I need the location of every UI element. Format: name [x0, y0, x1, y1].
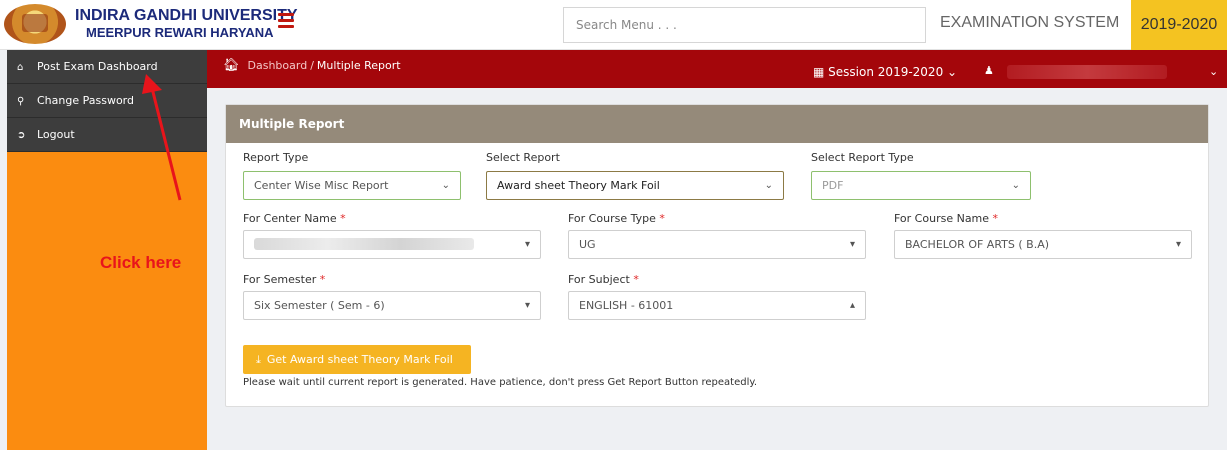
breadcrumb-bar: 🏠︎ Dashboard / Multiple Report ▦ Session 20…	[207, 50, 1227, 88]
breadcrumb: 🏠︎ Dashboard / Multiple Report	[223, 58, 401, 73]
session-selector[interactable]: ▦ Session 2019-2020 ⌄	[813, 65, 957, 79]
year-badge: 2019-2020	[1131, 0, 1227, 50]
caret-down-icon: ▾	[524, 239, 530, 250]
key-icon: ⚲	[17, 96, 25, 107]
chevron-down-icon: ⌄	[947, 65, 958, 79]
course-type-value: UG	[579, 238, 596, 251]
course-name-label: For Course Name *	[894, 212, 999, 225]
download-icon: ⤓	[256, 353, 261, 366]
sidebar-item-logout[interactable]: ➲ Logout	[7, 118, 207, 152]
top-header: INDIRA GANDHI UNIVERSITY MEERPUR REWARI …	[0, 0, 1227, 50]
center-name-label: For Center Name *	[243, 212, 346, 225]
logout-icon: ➲	[17, 130, 26, 141]
calendar-icon: ▦	[813, 65, 825, 79]
university-logo-icon	[4, 4, 66, 44]
system-title: EXAMINATION SYSTEM	[940, 14, 1120, 31]
user-name-redacted	[1007, 65, 1167, 79]
course-name-select[interactable]: BACHELOR OF ARTS ( B.A) ▾	[894, 230, 1192, 259]
course-name-value: BACHELOR OF ARTS ( B.A)	[905, 238, 1050, 251]
get-award-sheet-label: Get Award sheet Theory Mark Foil	[266, 353, 453, 366]
caret-up-icon: ▴	[849, 300, 855, 311]
report-type-select[interactable]: Center Wise Misc Report ⌄	[243, 171, 461, 200]
sidebar: ⌂ Post Exam Dashboard ⚲ Change Password ➲ L…	[7, 50, 207, 450]
click-here-annotation: Click here	[100, 253, 182, 272]
university-name: INDIRA GANDHI UNIVERSITY	[75, 7, 298, 24]
semester-select[interactable]: Six Semester ( Sem - 6) ▾	[243, 291, 541, 320]
select-report-label: Select Report	[486, 151, 560, 164]
semester-value: Six Semester ( Sem - 6)	[254, 299, 385, 312]
home-icon: ⌂	[17, 62, 24, 73]
subject-select[interactable]: ENGLISH - 61001 ▴	[568, 291, 866, 320]
report-format-select[interactable]: PDF ⌄	[811, 171, 1031, 200]
report-type-label: Report Type	[243, 151, 309, 164]
breadcrumb-separator: /	[310, 59, 314, 72]
search-menu-input[interactable]	[563, 7, 926, 43]
panel-title: Multiple Report	[226, 105, 1208, 143]
caret-down-icon: ▾	[524, 300, 530, 311]
sidebar-item-change-password[interactable]: ⚲ Change Password	[7, 84, 207, 118]
home-icon[interactable]: 🏠︎	[223, 58, 240, 73]
multiple-report-panel: Multiple Report Report Type Center Wise …	[225, 104, 1209, 407]
session-label: Session	[828, 65, 874, 79]
subject-value: ENGLISH - 61001	[579, 299, 674, 312]
select-report-select[interactable]: Award sheet Theory Mark Foil ⌄	[486, 171, 784, 200]
center-name-select[interactable]: ▾	[243, 230, 541, 259]
semester-label: For Semester *	[243, 273, 326, 286]
wait-note: Please wait until current report is gene…	[243, 377, 758, 388]
report-type-value: Center Wise Misc Report	[254, 179, 389, 192]
select-report-type-label: Select Report Type	[811, 151, 914, 164]
user-menu-chevron-icon[interactable]: ⌄	[1209, 65, 1218, 78]
user-icon: ♟	[984, 64, 994, 77]
sidebar-item-label: Logout	[37, 128, 75, 141]
sidebar-item-label: Post Exam Dashboard	[37, 60, 158, 73]
chevron-down-icon: ⌄	[764, 180, 773, 191]
hamburger-menu-icon[interactable]	[278, 13, 294, 28]
course-type-select[interactable]: UG ▾	[568, 230, 866, 259]
select-report-value: Award sheet Theory Mark Foil	[497, 179, 660, 192]
session-value: 2019-2020	[877, 65, 944, 79]
report-format-value: PDF	[822, 179, 844, 192]
course-type-label: For Course Type *	[568, 212, 665, 225]
caret-down-icon: ▾	[1175, 239, 1181, 250]
sidebar-item-post-exam-dashboard[interactable]: ⌂ Post Exam Dashboard	[7, 50, 207, 84]
caret-down-icon: ▾	[849, 239, 855, 250]
breadcrumb-dashboard-link[interactable]: Dashboard	[248, 59, 308, 72]
breadcrumb-current: Multiple Report	[316, 59, 401, 72]
sidebar-item-label: Change Password	[37, 94, 134, 107]
university-place: MEERPUR REWARI HARYANA	[86, 25, 274, 40]
subject-label: For Subject *	[568, 273, 639, 286]
get-award-sheet-button[interactable]: ⤓ Get Award sheet Theory Mark Foil	[243, 345, 471, 374]
chevron-down-icon: ⌄	[1011, 180, 1020, 191]
center-name-redacted	[254, 238, 474, 250]
chevron-down-icon: ⌄	[441, 180, 450, 191]
